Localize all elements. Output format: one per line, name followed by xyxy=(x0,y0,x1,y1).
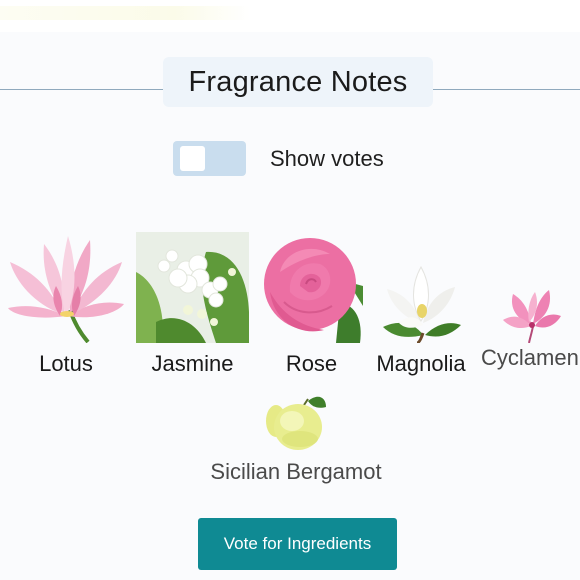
note-lotus[interactable]: Lotus xyxy=(0,228,132,377)
rose-icon xyxy=(264,238,363,343)
show-votes-label: Show votes xyxy=(270,146,384,171)
note-label-magnolia: Magnolia xyxy=(376,351,466,376)
note-magnolia[interactable]: Magnolia xyxy=(371,261,471,377)
note-label-cyclamen: Cyclamen xyxy=(481,345,579,370)
top-banner-strip xyxy=(0,0,580,32)
top-banner-fade xyxy=(0,6,250,20)
section-title: Fragrance Notes xyxy=(163,57,433,107)
title-divider-left xyxy=(0,89,163,90)
vote-for-ingredients-button[interactable]: Vote for Ingredients xyxy=(198,518,397,570)
cyclamen-icon xyxy=(503,290,561,343)
note-label-sicilian-bergamot: Sicilian Bergamot xyxy=(210,459,382,484)
note-label-jasmine: Jasmine xyxy=(151,351,234,376)
note-rose[interactable]: Rose xyxy=(260,232,363,377)
note-label-rose: Rose xyxy=(285,351,338,376)
bergamot-icon xyxy=(266,396,326,450)
lotus-icon xyxy=(8,236,124,343)
note-jasmine[interactable]: Jasmine xyxy=(136,232,249,377)
toggle-knob[interactable] xyxy=(180,146,205,171)
magnolia-icon xyxy=(383,265,461,343)
title-divider-right xyxy=(433,89,580,90)
show-votes-toggle[interactable] xyxy=(173,141,246,176)
note-cyclamen[interactable]: Cyclamen xyxy=(481,286,580,371)
jasmine-icon xyxy=(136,232,249,343)
note-label-lotus: Lotus xyxy=(39,351,93,376)
note-sicilian-bergamot[interactable]: Sicilian Bergamot xyxy=(196,391,396,485)
